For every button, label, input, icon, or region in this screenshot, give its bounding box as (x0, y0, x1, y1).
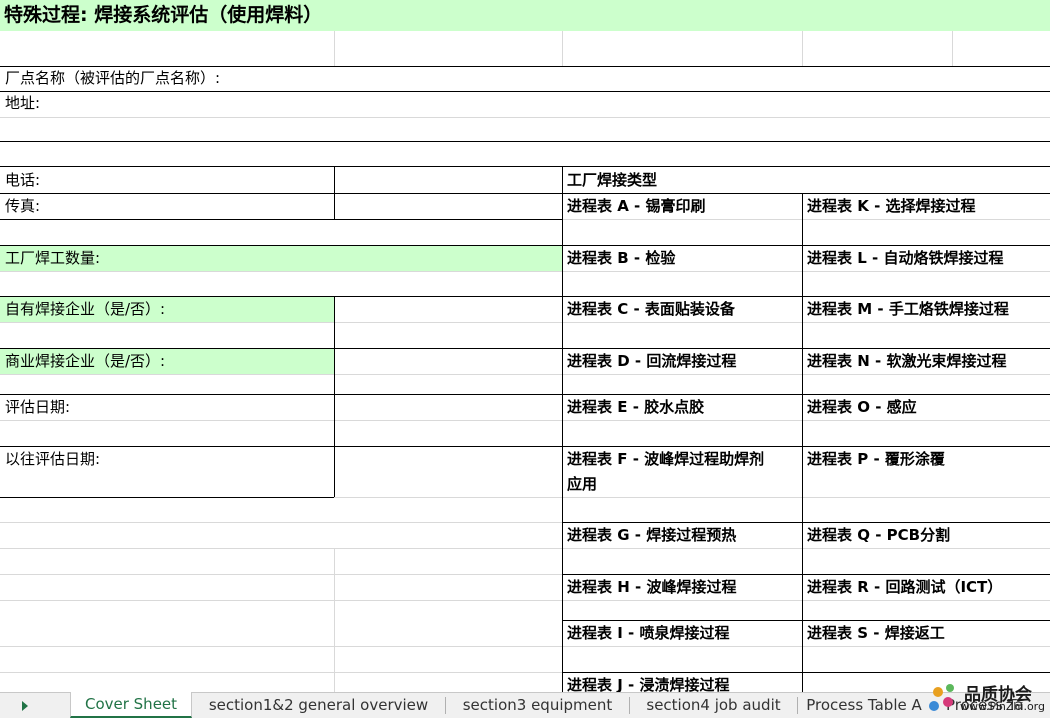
process-table-h[interactable]: 进程表 H - 波峰焊接过程 (562, 575, 802, 600)
welding-types-header[interactable]: 工厂焊接类型 (562, 167, 1050, 193)
phone-label[interactable]: 电话: (0, 167, 334, 193)
process-table-e[interactable]: 进程表 E - 胶水点胶 (562, 395, 802, 420)
own-welding-label[interactable]: 自有焊接企业（是/否）: (0, 297, 334, 322)
commercial-welding-label[interactable]: 商业焊接企业（是/否）: (0, 349, 334, 374)
process-table-f[interactable]: 进程表 F - 波峰焊过程助焊剂 (562, 447, 802, 472)
pinzhi-logo-icon (929, 684, 954, 711)
pinzhi-watermark-logo: 品质协会 www.PinZhi.org (924, 678, 1050, 718)
tab-section4-job-audit[interactable]: section4 job audit (630, 697, 798, 714)
address-label[interactable]: 地址: (0, 92, 560, 116)
plant-name-label[interactable]: 厂点名称（被评估的厂点名称）: (0, 67, 560, 91)
process-table-r[interactable]: 进程表 R - 回路测试（ICT） (802, 575, 1050, 600)
process-table-c[interactable]: 进程表 C - 表面贴装设备 (562, 297, 802, 322)
process-table-s[interactable]: 进程表 S - 焊接返工 (802, 621, 1050, 646)
process-table-a[interactable]: 进程表 A - 锡膏印刷 (562, 194, 802, 219)
process-table-b[interactable]: 进程表 B - 检验 (562, 246, 802, 271)
tab-section3-equipment[interactable]: section3 equipment (446, 697, 630, 714)
process-table-l[interactable]: 进程表 L - 自动烙铁焊接过程 (802, 246, 1050, 271)
process-table-q[interactable]: 进程表 Q - PCB分割 (802, 523, 1050, 548)
previous-assessment-date-label[interactable]: 以往评估日期: (0, 447, 334, 472)
sheet-title[interactable]: 特殊过程: 焊接系统评估（使用焊料） (0, 0, 1050, 31)
sheet-tab-bar: Cover Sheet section1&2 general overview … (0, 692, 1050, 718)
process-table-o[interactable]: 进程表 O - 感应 (802, 395, 1050, 420)
process-table-f-continued[interactable]: 应用 (562, 472, 802, 497)
tab-section1-2-general-overview[interactable]: section1&2 general overview (192, 697, 446, 714)
fax-label[interactable]: 传真: (0, 194, 334, 219)
spreadsheet-grid[interactable]: 特殊过程: 焊接系统评估（使用焊料） 厂点名称（被评估的厂点名称）: 地址: 电… (0, 0, 1050, 692)
process-table-m[interactable]: 进程表 M - 手工烙铁焊接过程 (802, 297, 1050, 322)
welder-count-label[interactable]: 工厂焊工数量: (0, 246, 562, 271)
process-table-i[interactable]: 进程表 I - 喷泉焊接过程 (562, 621, 802, 646)
scroll-tabs-right-icon[interactable] (22, 701, 28, 711)
process-table-j[interactable]: 进程表 J - 浸渍焊接过程 (562, 673, 802, 692)
process-table-d[interactable]: 进程表 D - 回流焊接过程 (562, 349, 802, 374)
process-table-p[interactable]: 进程表 P - 覆形涂覆 (802, 447, 1050, 472)
process-table-g[interactable]: 进程表 G - 焊接过程预热 (562, 523, 802, 548)
tab-cover-sheet[interactable]: Cover Sheet (70, 692, 192, 718)
process-table-k[interactable]: 进程表 K - 选择焊接过程 (802, 194, 1050, 219)
assessment-date-label[interactable]: 评估日期: (0, 395, 334, 420)
tab-process-table-a[interactable]: Process Table A (798, 693, 930, 718)
process-table-n[interactable]: 进程表 N - 软激光束焊接过程 (802, 349, 1050, 374)
watermark-url: www.PinZhi.org (960, 700, 1045, 713)
